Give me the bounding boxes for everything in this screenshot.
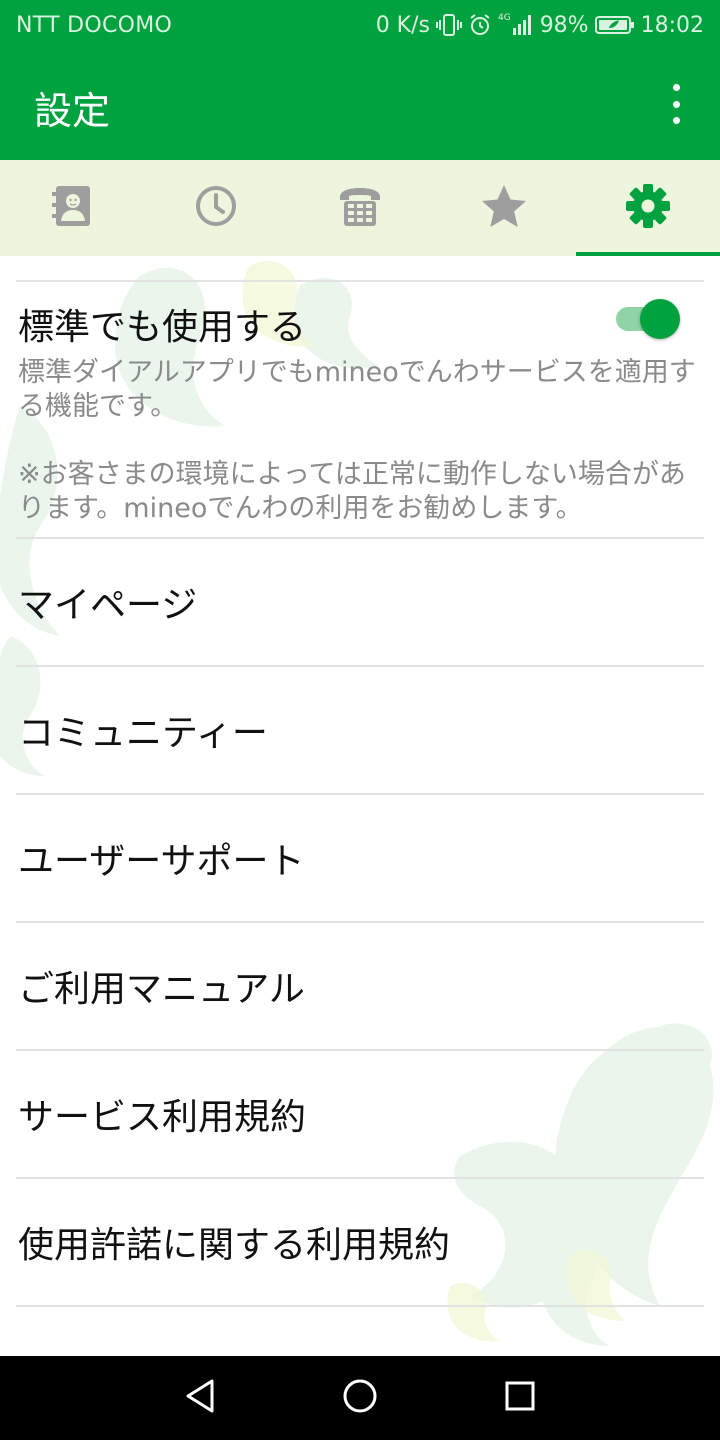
battery-percent: 98% [539,12,589,38]
use-as-default-description: 標準ダイアルアプリでもmineoでんわサービスを適用する機能です。 ※お客さまの… [18,357,696,524]
recents-square-icon [504,1380,536,1416]
menu-item-license-terms[interactable]: 使用許諾に関する利用規約 [16,1177,704,1305]
menu-item-community[interactable]: コミュニティー [16,665,704,793]
status-icons: 0 K/s 4G 98% 18:02 [376,12,704,38]
divider [16,280,704,282]
recents-button[interactable] [480,1363,560,1433]
system-navigation-bar [0,1356,720,1440]
menu-item-terms-of-service[interactable]: サービス利用規約 [16,1049,704,1177]
menu-item-label: サービス利用規約 [18,1097,307,1138]
history-icon [194,184,238,232]
menu-item-label: マイページ [18,585,198,626]
favorites-star-icon [480,183,528,233]
use-as-default-toggle[interactable] [614,298,684,339]
page-title: 設定 [34,89,111,133]
status-bar: NTT DOCOMO 0 K/s 4G 98% 18:02 [0,0,720,50]
settings-content[interactable]: 標準でも使用する 標準ダイアルアプリでもmineoでんわサービスを適用する機能で… [0,256,720,1356]
menu-item-label: ユーザーサポート [18,841,305,882]
tab-contacts[interactable] [0,160,144,256]
network-speed: 0 K/s [375,12,430,38]
overflow-dot-icon [672,84,680,91]
carrier-name: NTT DOCOMO [16,12,173,38]
contacts-icon [49,183,95,233]
clock: 18:02 [640,12,704,38]
tab-settings[interactable] [576,160,720,256]
use-as-default-setting[interactable]: 標準でも使用する 標準ダイアルアプリでもmineoでんわサービスを適用する機能で… [0,284,720,538]
alarm-icon [468,13,492,37]
signal-icon: 4G [498,14,534,36]
overflow-dot-icon [672,117,680,124]
vibrate-icon [435,12,462,38]
tab-bar [0,160,720,256]
home-circle-icon [342,1378,378,1418]
toggle-thumb [640,299,680,339]
home-button[interactable] [320,1363,400,1433]
menu-item-user-manual[interactable]: ご利用マニュアル [16,921,704,1049]
menu-item-label: 使用許諾に関する利用規約 [18,1225,451,1266]
back-triangle-icon [183,1378,217,1418]
tab-favorites[interactable] [432,160,576,256]
overflow-dot-icon [672,100,680,108]
dialpad-icon [337,183,383,233]
app-bar: 設定 [0,50,720,160]
tab-dialpad[interactable] [288,160,432,256]
settings-gear-icon [624,182,672,234]
menu-item-my-page[interactable]: マイページ [16,537,704,665]
battery-icon [594,14,635,36]
use-as-default-label: 標準でも使用する [18,307,307,348]
overflow-menu-button[interactable] [662,84,690,124]
network-type-badge: 4G [497,13,511,23]
back-button[interactable] [160,1363,240,1433]
menu-item-partial[interactable] [16,1305,704,1356]
settings-menu: マイページ コミュニティー ユーザーサポート ご利用マニュアル サービス利用規約… [0,537,720,1356]
menu-item-user-support[interactable]: ユーザーサポート [16,793,704,921]
menu-item-label: ご利用マニュアル [18,969,305,1010]
tab-history[interactable] [144,160,288,256]
menu-item-label: コミュニティー [18,713,268,754]
